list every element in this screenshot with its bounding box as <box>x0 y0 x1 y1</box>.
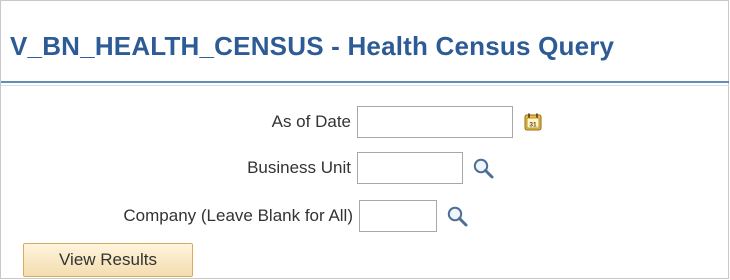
as-of-date-label: As of Date <box>271 112 351 131</box>
page-title: V_BN_HEALTH_CENSUS - Health Census Query <box>10 30 615 61</box>
calendar-icon[interactable]: 31 <box>519 108 547 136</box>
svg-text:31: 31 <box>529 122 537 129</box>
search-icon[interactable] <box>469 154 497 182</box>
page-header: V_BN_HEALTH_CENSUS - Health Census Query <box>10 23 614 69</box>
company-label: Company (Leave Blank for All) <box>123 206 353 225</box>
company-input[interactable] <box>359 200 437 232</box>
business-unit-input[interactable] <box>357 152 463 184</box>
search-icon[interactable] <box>443 202 471 230</box>
business-unit-label: Business Unit <box>247 158 351 177</box>
header-divider <box>1 81 729 83</box>
header-divider-faint <box>1 85 729 86</box>
business-unit-row: Business Unit <box>201 151 497 185</box>
as-of-date-input[interactable] <box>357 106 513 138</box>
company-row: Company (Leave Blank for All) <box>23 199 471 233</box>
as-of-date-row: As of Date 31 <box>231 105 547 139</box>
page-frame: V_BN_HEALTH_CENSUS - Health Census Query… <box>0 0 729 279</box>
view-results-button[interactable]: View Results <box>23 243 193 277</box>
